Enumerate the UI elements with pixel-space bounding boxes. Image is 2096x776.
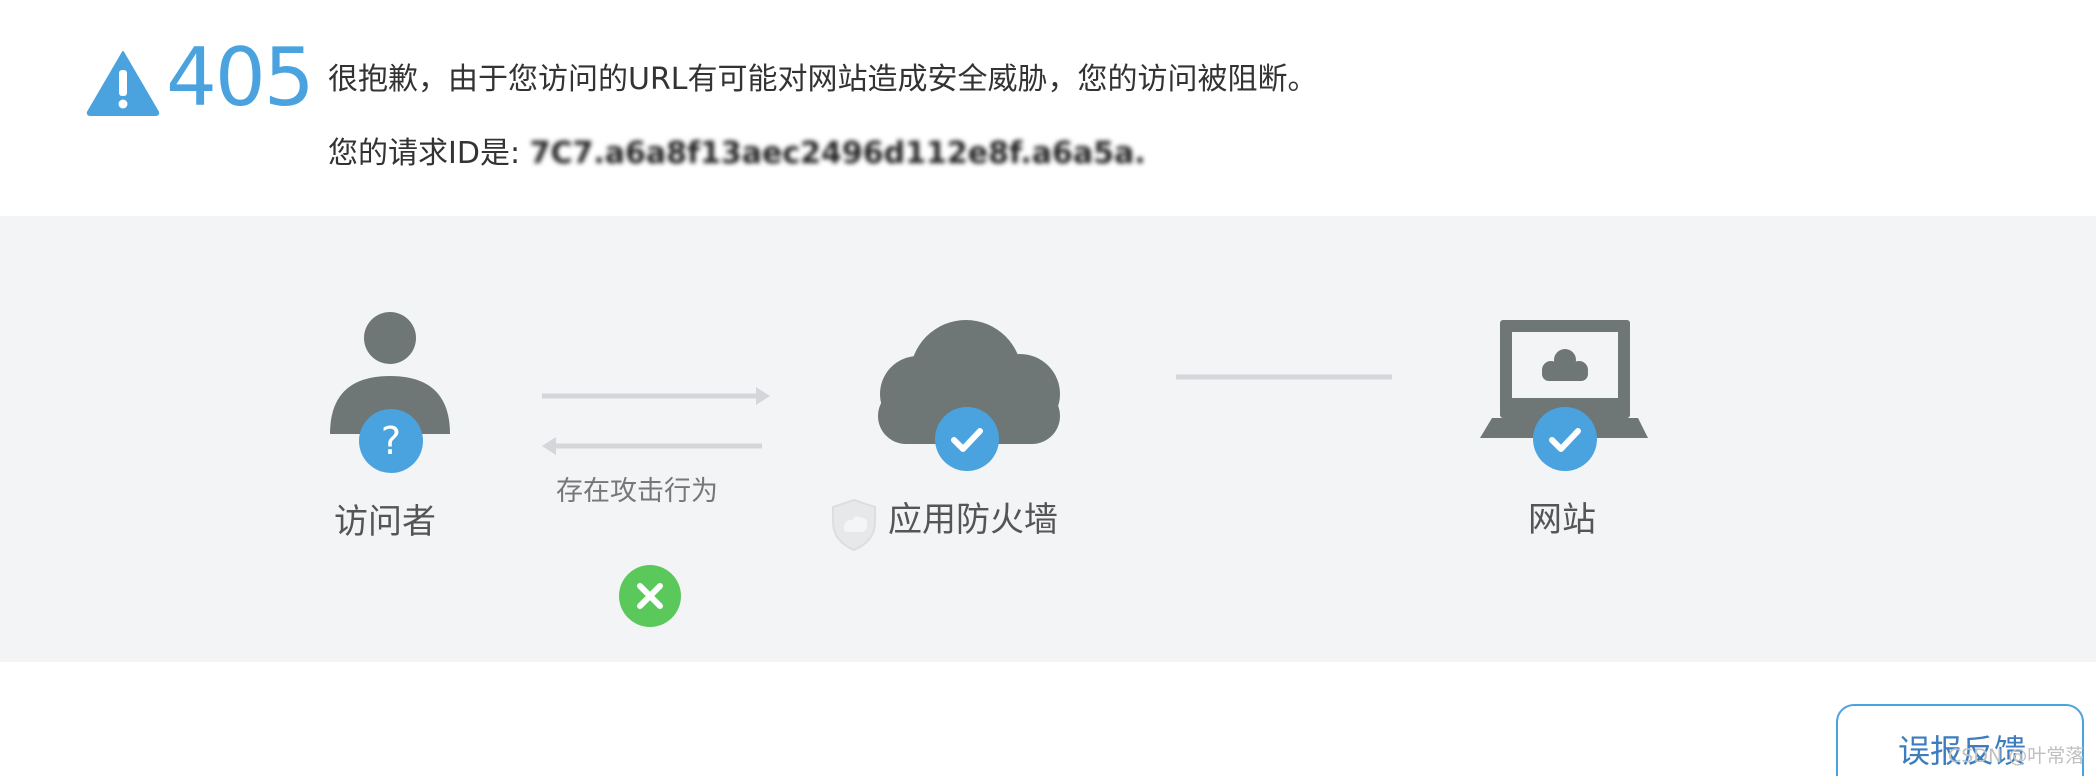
request-id-value: 7C7.a6a8f13aec2496d112e8f.a6a5a. [529,136,1146,171]
error-message: 很抱歉，由于您访问的URL有可能对网站造成安全威胁，您的访问被阻断。 [328,62,1318,97]
block-flow-diagram: ? 访问者 存在攻击行为 应用防火墙 网站 [0,216,2096,662]
check-icon [935,407,999,471]
website-label: 网站 [1528,500,1596,540]
check-icon [1533,407,1597,471]
visitor-label: 访问者 [334,502,436,542]
svg-text:?: ? [381,419,401,463]
firewall-label: 应用防火墙 [888,500,1058,540]
shield-icon [832,498,876,552]
warning-icon [86,51,160,116]
attack-detected-label: 存在攻击行为 [556,476,718,507]
request-id-label: 您的请求ID是: [328,136,530,171]
traffic-arrows [542,387,770,455]
request-id-line: 您的请求ID是: 7C7.a6a8f13aec2496d112e8f.a6a5a… [328,134,1146,174]
connection-line [1176,374,1392,380]
blocked-x-icon [619,565,681,627]
error-header: 405 很抱歉，由于您访问的URL有可能对网站造成安全威胁，您的访问被阻断。 您… [0,0,2096,216]
watermark: CSDN @叶常落 [1948,745,2085,767]
question-mark-icon: ? [359,409,423,473]
error-code: 405 [166,31,315,124]
